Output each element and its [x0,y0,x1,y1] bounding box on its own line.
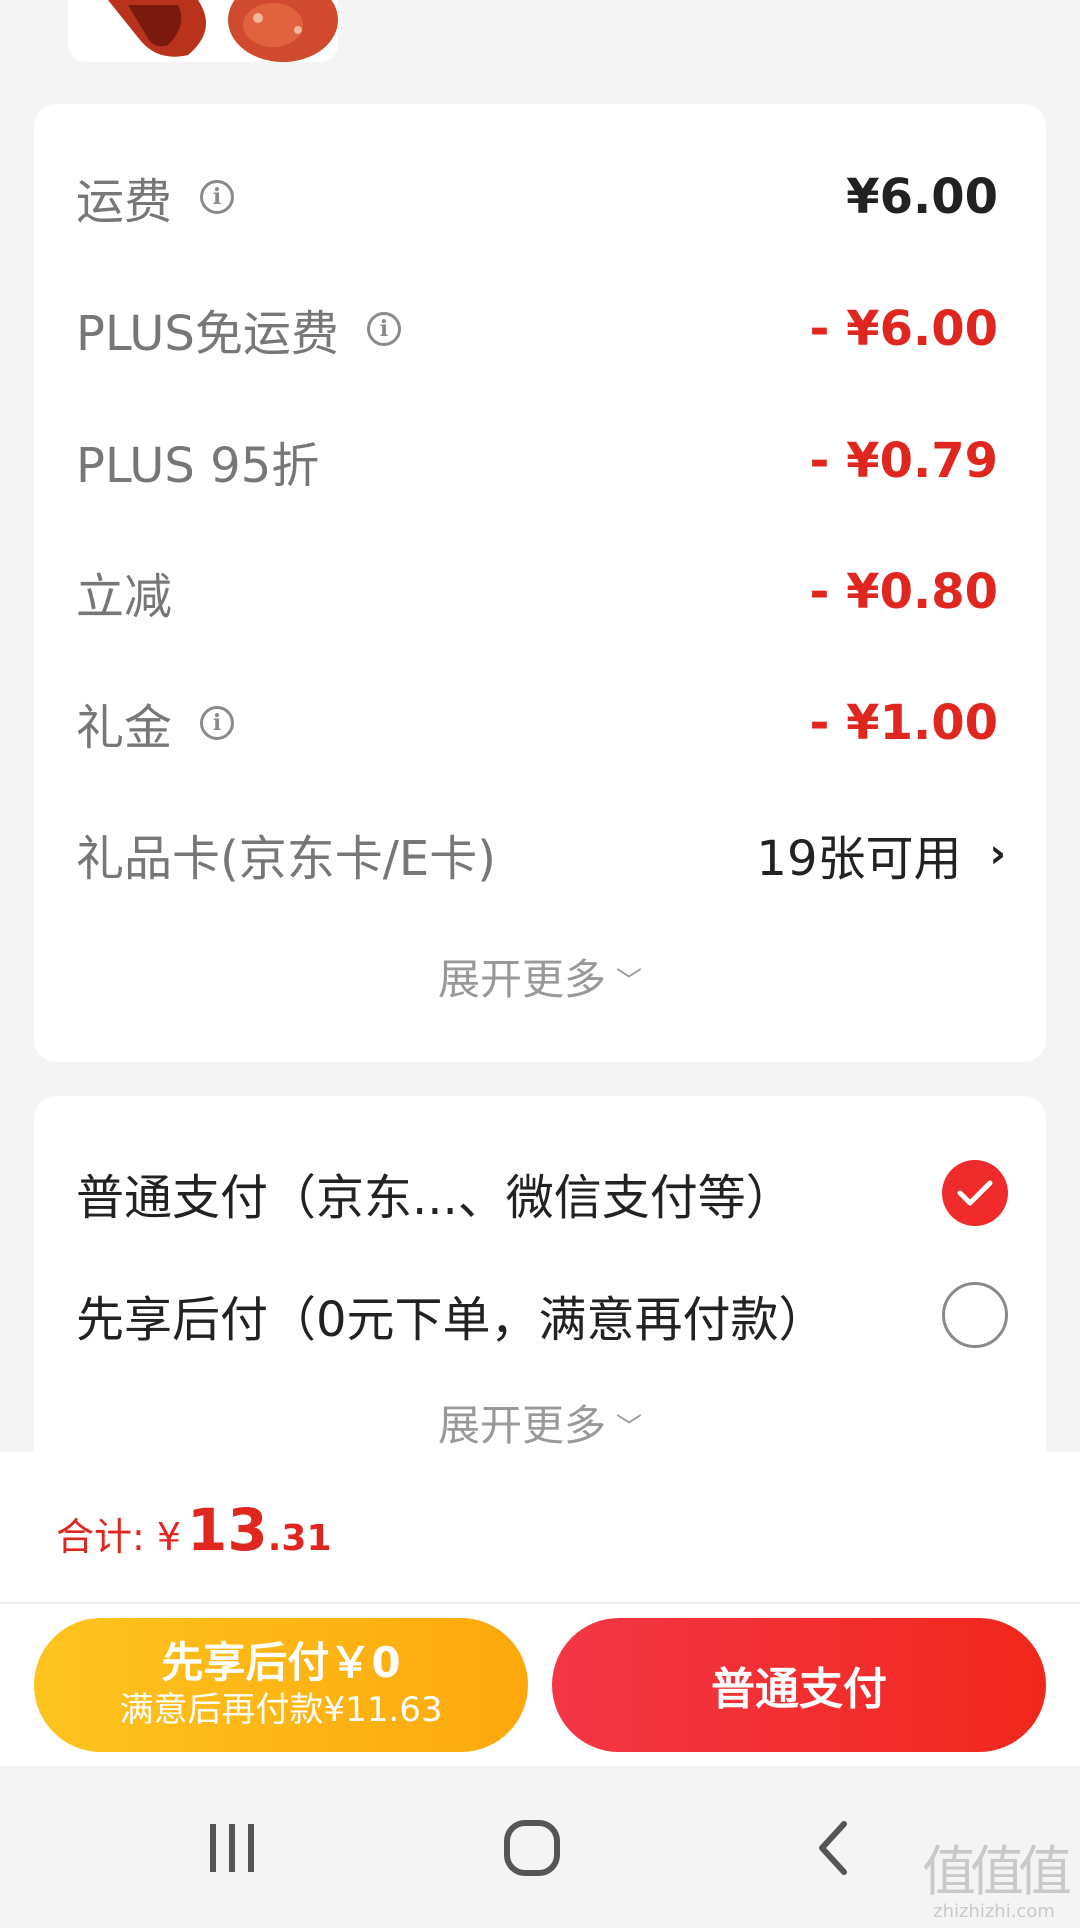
fee-row-gift-money: 礼金 i - ¥1.00 [76,678,998,768]
recent-apps-icon[interactable] [204,1818,260,1878]
chevron-right-icon: › [989,831,1006,877]
home-icon[interactable] [502,1818,562,1878]
chevron-down-icon: ﹀ [616,967,643,997]
watermark: 值值值 zhizhizhi.com [922,1840,1072,1923]
payment-option-pay-later[interactable]: 先享后付（0元下单，满意再付款） [76,1270,1008,1360]
back-icon[interactable] [814,1818,854,1878]
chevron-down-icon: ﹀ [616,1413,643,1443]
fee-value: - ¥0.80 [809,564,998,620]
product-image [68,0,338,62]
gift-card-label: 礼品卡(京东卡/E卡) [76,831,496,887]
radio-unchecked-icon[interactable] [942,1282,1008,1348]
total-label: 合计: [56,1515,145,1559]
watermark-url: zhizhizhi.com [933,1901,1055,1922]
expand-more-label: 展开更多 [437,955,606,1004]
order-total: 合计: ¥ 13 .31 [56,1496,332,1564]
system-nav-bar: 值值值 zhizhizhi.com [0,1766,1080,1928]
pay-later-subtitle: 满意后再付款¥11.63 [119,1690,443,1730]
total-currency: ¥ [156,1515,181,1559]
expand-more-label: 展开更多 [437,1401,606,1450]
fee-row-shipping: 运费 i ¥6.00 [76,152,998,242]
payment-option-normal[interactable]: 普通支付（京东...、微信支付等） [76,1148,1008,1238]
checkout-bar: 合计: ¥ 13 .31 先享后付￥0 满意后再付款¥11.63 普通支付 [0,1452,1080,1766]
divider [0,1602,1080,1604]
fee-value: - ¥1.00 [809,695,998,751]
normal-pay-button[interactable]: 普通支付 [552,1618,1046,1752]
fee-value: - ¥6.00 [809,301,998,357]
info-icon[interactable]: i [200,180,235,214]
fee-label: 礼金 [76,700,173,756]
fee-label: 运费 [76,174,173,230]
product-thumbnail[interactable] [68,0,338,62]
fee-label: PLUS 95折 [76,438,320,494]
info-icon[interactable]: i [200,706,235,740]
watermark-mark: 值值值 [922,1840,1072,1903]
expand-more-button[interactable]: 展开更多 ﹀ [34,950,1046,1010]
normal-pay-label: 普通支付 [711,1664,887,1715]
fee-value: - ¥0.79 [809,433,998,489]
fee-value: ¥6.00 [846,169,998,225]
fee-row-instant-discount: 立减 - ¥0.80 [76,547,998,637]
fee-row-plus-free-shipping: PLUS免运费 i - ¥6.00 [76,284,998,374]
radio-checked-icon[interactable] [942,1160,1008,1226]
gift-card-count: 19张可用 [756,831,962,887]
gift-card-row[interactable]: 礼品卡(京东卡/E卡) 19张可用 › [76,809,1006,899]
payment-method-card: 普通支付（京东...、微信支付等） 先享后付（0元下单，满意再付款） 展开更多 ﹀ [34,1096,1046,1456]
fee-row-plus-discount: PLUS 95折 - ¥0.79 [76,416,998,506]
total-decimal: .31 [267,1518,332,1559]
pay-later-title: 先享后付￥0 [161,1638,401,1687]
total-integer: 13 [187,1496,268,1564]
fee-breakdown-card: 运费 i ¥6.00 PLUS免运费 i - ¥6.00 PLUS 95折 - … [34,104,1046,1062]
fee-label: PLUS免运费 [76,306,339,362]
expand-more-button[interactable]: 展开更多 ﹀ [34,1396,1046,1456]
fee-label: 立减 [76,569,173,625]
pay-later-button[interactable]: 先享后付￥0 满意后再付款¥11.63 [34,1618,528,1752]
payment-option-label: 普通支付（京东...、微信支付等） [76,1170,794,1226]
info-icon[interactable]: i [366,312,401,346]
payment-option-label: 先享后付（0元下单，满意再付款） [76,1292,827,1348]
